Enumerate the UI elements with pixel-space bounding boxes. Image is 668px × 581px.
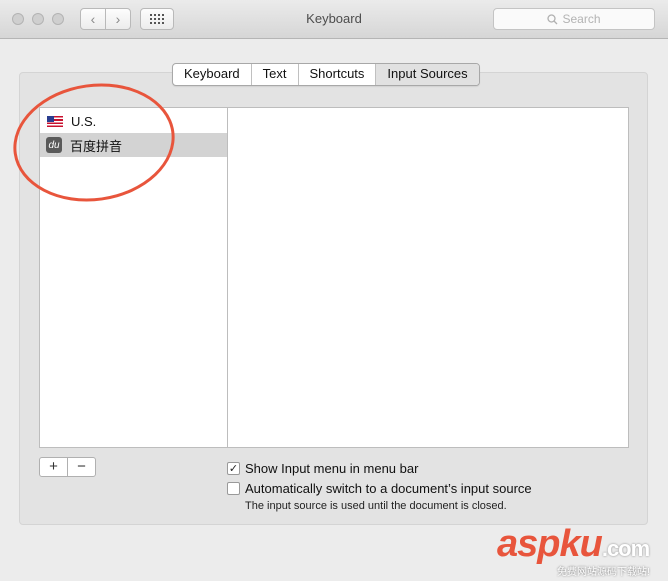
add-remove-control: + − <box>39 457 96 477</box>
watermark-subtitle: 免费网站源码下载站! <box>557 567 650 578</box>
auto-switch-note: The input source is used until the docum… <box>245 500 507 512</box>
tab-bar: Keyboard Text Shortcuts Input Sources <box>172 63 480 86</box>
show-input-menu-label: Show Input menu in menu bar <box>245 461 419 476</box>
watermark-logo: aspku.com <box>497 523 650 566</box>
auto-switch-label: Automatically switch to a document’s inp… <box>245 481 532 496</box>
add-input-source-button[interactable]: + <box>40 458 68 476</box>
search-placeholder: Search <box>562 12 601 26</box>
tab-shortcuts[interactable]: Shortcuts <box>299 64 377 85</box>
remove-input-source-button[interactable]: − <box>68 458 95 476</box>
watermark-brand: aspku <box>497 523 603 565</box>
auto-switch-option[interactable]: Automatically switch to a document’s inp… <box>227 481 532 496</box>
search-field[interactable]: Search <box>493 8 655 30</box>
search-icon <box>547 13 558 24</box>
title-bar: ‹ › Keyboard Search <box>0 0 668 39</box>
show-input-menu-checkbox[interactable]: ✓ <box>227 462 240 475</box>
watermark-suffix: .com <box>601 536 650 561</box>
input-source-detail-pane <box>227 107 629 448</box>
show-input-menu-option[interactable]: ✓ Show Input menu in menu bar <box>227 461 418 476</box>
tab-input-sources[interactable]: Input Sources <box>376 64 479 85</box>
auto-switch-checkbox[interactable] <box>227 482 240 495</box>
tab-text[interactable]: Text <box>252 64 299 85</box>
tab-keyboard[interactable]: Keyboard <box>173 64 252 85</box>
